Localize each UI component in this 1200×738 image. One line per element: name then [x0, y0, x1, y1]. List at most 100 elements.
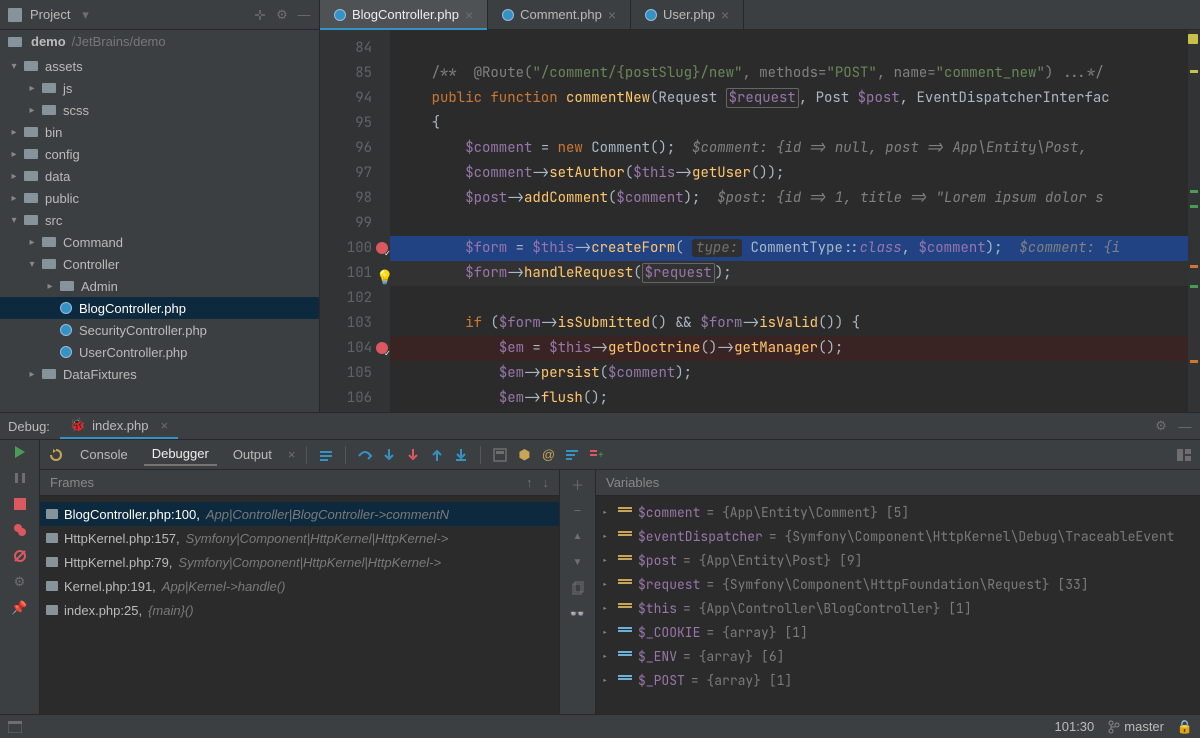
line-number[interactable]: 101💡 [320, 261, 390, 286]
line-number[interactable]: 97 [320, 161, 390, 186]
down-icon[interactable]: ▼ [570, 554, 586, 570]
breakpoint-icon[interactable] [376, 342, 388, 354]
code-line[interactable]: /** @Route("/comment/{postSlug}/new", me… [390, 61, 1200, 86]
gear-icon[interactable]: ⚙ [1154, 419, 1168, 433]
marker-icon[interactable] [1190, 285, 1198, 288]
code-line[interactable]: public function commentNew(Request $requ… [390, 86, 1200, 111]
tab-console[interactable]: Console [72, 444, 136, 465]
step-into-icon[interactable] [381, 447, 397, 463]
pause-icon[interactable] [12, 470, 28, 486]
disclosure-icon[interactable]: ▸ [26, 83, 38, 94]
tree-folder[interactable]: ▸config [0, 143, 319, 165]
line-number[interactable]: 100 [320, 236, 390, 261]
variable-row[interactable]: ▸$_ENV = {array} [6] [596, 644, 1200, 668]
variable-row[interactable]: ▸$this = {App\Controller\BlogController}… [596, 596, 1200, 620]
tab-output[interactable]: Output [225, 444, 280, 465]
remove-watch-icon[interactable]: − [570, 502, 586, 518]
frames-list[interactable]: BlogController.php:100, App|Controller|B… [40, 496, 559, 714]
code-line[interactable]: $em->persist($comment); [390, 361, 1200, 386]
breadcrumb-root[interactable]: demo [31, 34, 66, 49]
disclosure-icon[interactable]: ▸ [602, 602, 612, 615]
mute-breakpoints-icon[interactable] [12, 548, 28, 564]
tree-folder[interactable]: ▾src [0, 209, 319, 231]
code-line[interactable]: $comment->setAuthor($this->getUser()); [390, 161, 1200, 186]
variables-list[interactable]: ▸$comment = {App\Entity\Comment} [5]▸$ev… [596, 496, 1200, 714]
frame-row[interactable]: Kernel.php:191, App|Kernel->handle() [40, 574, 559, 598]
editor-tab[interactable]: User.php× [631, 0, 744, 29]
code-line[interactable]: $form->handleRequest($request); [390, 261, 1200, 286]
disclosure-icon[interactable]: ▸ [26, 237, 38, 248]
line-number[interactable]: 103 [320, 311, 390, 336]
breakpoint-icon[interactable] [376, 242, 388, 254]
collapse-icon[interactable]: — [297, 8, 311, 22]
code-line[interactable]: $comment = new Comment(); $comment: {id … [390, 136, 1200, 161]
line-number[interactable]: 99 [320, 211, 390, 236]
marker-icon[interactable] [1190, 265, 1198, 268]
variable-row[interactable]: ▸$post = {App\Entity\Post} [9] [596, 548, 1200, 572]
line-number[interactable]: 95 [320, 111, 390, 136]
show-execution-point-icon[interactable] [318, 447, 334, 463]
breakpoints-icon[interactable] [12, 522, 28, 538]
tree-folder[interactable]: ▸public [0, 187, 319, 209]
code-line[interactable]: $em = $this->getDoctrine()->getManager()… [390, 336, 1200, 361]
code-area[interactable]: /** @Route("/comment/{postSlug}/new", me… [390, 30, 1200, 412]
code-line[interactable]: if ($form->isSubmitted() && $form->isVal… [390, 311, 1200, 336]
close-icon[interactable]: × [608, 7, 616, 23]
code-line[interactable]: $em->flush(); [390, 386, 1200, 411]
tree-folder[interactable]: ▾assets [0, 55, 319, 77]
code-line[interactable]: $post->addComment($comment); $post: {id … [390, 186, 1200, 211]
arrow-up-icon[interactable]: ↑ [526, 475, 533, 490]
stop-icon[interactable] [12, 496, 28, 512]
hex-icon[interactable]: ⬢ [516, 447, 532, 463]
code-line[interactable] [390, 36, 1200, 61]
disclosure-icon[interactable]: ▸ [44, 281, 56, 292]
layout-icon[interactable] [1176, 447, 1192, 463]
tool-window-icon[interactable] [8, 720, 22, 734]
disclosure-icon[interactable]: ▾ [8, 61, 20, 72]
disclosure-icon[interactable]: ▸ [602, 674, 612, 687]
variable-row[interactable]: ▸$comment = {App\Entity\Comment} [5] [596, 500, 1200, 524]
tree-file[interactable]: BlogController.php [0, 297, 319, 319]
tree-folder[interactable]: ▸scss [0, 99, 319, 121]
marker-icon[interactable] [1190, 360, 1198, 363]
line-number[interactable]: 102 [320, 286, 390, 311]
settings-icon[interactable]: ⚙ [12, 574, 28, 590]
debug-session-tab[interactable]: 🐞 index.php × [60, 413, 178, 439]
editor-scrollbar[interactable] [1188, 30, 1200, 412]
force-step-into-icon[interactable] [405, 447, 421, 463]
new-watch-icon[interactable]: ＋ [570, 476, 586, 492]
line-number[interactable]: 104 [320, 336, 390, 361]
tree-file[interactable]: UserController.php [0, 341, 319, 363]
run-to-cursor-icon[interactable] [453, 447, 469, 463]
disclosure-icon[interactable]: ▸ [8, 127, 20, 138]
copy-icon[interactable] [570, 580, 586, 596]
editor-tab[interactable]: Comment.php× [488, 0, 631, 29]
step-over-icon[interactable] [357, 447, 373, 463]
line-number[interactable]: 106 [320, 386, 390, 411]
pin-icon[interactable]: 📌 [12, 600, 28, 616]
gutter[interactable]: 8485949596979899100101💡102103104105106 [320, 30, 390, 412]
tree-folder[interactable]: ▸data [0, 165, 319, 187]
marker-icon[interactable] [1190, 70, 1198, 73]
variable-row[interactable]: ▸$_COOKIE = {array} [1] [596, 620, 1200, 644]
rerun-icon[interactable] [48, 447, 64, 463]
close-icon[interactable]: × [288, 447, 296, 462]
git-branch[interactable]: master [1108, 719, 1164, 734]
marker-warning-icon[interactable] [1188, 34, 1198, 44]
marker-icon[interactable] [1190, 190, 1198, 193]
disclosure-icon[interactable]: ▾ [8, 215, 20, 226]
tree-folder[interactable]: ▾Controller [0, 253, 319, 275]
close-icon[interactable]: × [721, 7, 729, 23]
chevron-down-icon[interactable]: ▾ [78, 8, 92, 22]
locate-icon[interactable] [253, 8, 267, 22]
code-line[interactable]: { [390, 111, 1200, 136]
frame-row[interactable]: BlogController.php:100, App|Controller|B… [40, 502, 559, 526]
disclosure-icon[interactable]: ▸ [8, 149, 20, 160]
disclosure-icon[interactable]: ▸ [26, 369, 38, 380]
line-number[interactable]: 96 [320, 136, 390, 161]
lock-icon[interactable]: 🔒 [1178, 720, 1192, 734]
evaluate-icon[interactable] [492, 447, 508, 463]
code-line[interactable]: $form = $this->createForm( type: Comment… [390, 236, 1200, 261]
tree-folder[interactable]: ▸Command [0, 231, 319, 253]
frame-row[interactable]: HttpKernel.php:79, Symfony|Component|Htt… [40, 550, 559, 574]
